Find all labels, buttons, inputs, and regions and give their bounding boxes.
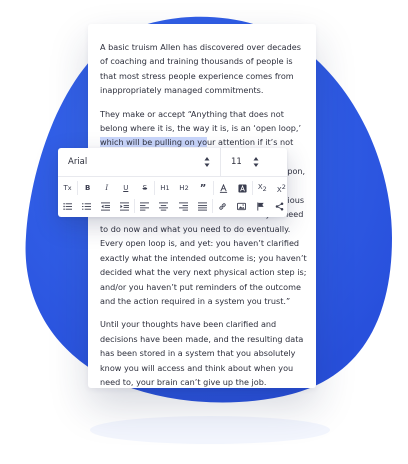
font-family-value: Arial — [68, 157, 88, 167]
highlight-color-icon — [238, 183, 247, 193]
toolbar-row-2 — [58, 196, 287, 216]
blockquote-button[interactable]: ” — [194, 179, 213, 197]
formatting-toolbar: Arial 11 Tx B I U S H1 H2 ” X2 X2 — [58, 148, 287, 217]
align-left-icon — [140, 201, 150, 211]
bold-button[interactable]: B — [78, 179, 97, 197]
align-justify-icon — [197, 201, 207, 211]
align-center-icon — [159, 201, 169, 211]
numbered-list-icon — [82, 202, 92, 210]
underline-button[interactable]: U — [116, 179, 135, 197]
italic-icon: I — [105, 184, 109, 192]
text-color-icon — [219, 183, 227, 193]
insert-flag-button[interactable] — [251, 197, 270, 215]
align-right-icon — [178, 201, 188, 211]
bullet-list-button[interactable] — [58, 197, 77, 215]
flag-icon — [257, 201, 264, 211]
insert-image-button[interactable] — [232, 197, 251, 215]
numbered-list-button[interactable] — [77, 197, 96, 215]
underline-icon: U — [123, 184, 129, 192]
strikethrough-button[interactable]: S — [135, 179, 154, 197]
heading-2-button[interactable]: H2 — [174, 179, 193, 197]
strikethrough-icon: S — [142, 184, 148, 192]
link-icon — [218, 202, 226, 210]
selected-text[interactable]: which will be pulling on yo — [100, 137, 208, 148]
share-button[interactable] — [270, 197, 289, 215]
align-right-button[interactable] — [173, 197, 192, 215]
font-size-select[interactable]: 11 — [220, 148, 281, 176]
indent-icon — [120, 201, 130, 211]
clear-format-button[interactable]: Tx — [58, 179, 77, 197]
subscript-button[interactable]: X2 — [253, 179, 272, 197]
bold-icon: B — [84, 184, 91, 192]
align-center-button[interactable] — [154, 197, 173, 215]
heading-1-icon: H1 — [160, 184, 170, 192]
toolbar-font-row: Arial 11 — [58, 148, 287, 177]
font-size-stepper-icon — [253, 157, 259, 167]
align-justify-button[interactable] — [193, 197, 212, 215]
paragraph-3: Until your thoughts have been clarified … — [100, 319, 304, 387]
paragraph-1: A basic truism Allen has discovered over… — [100, 42, 301, 96]
font-family-stepper-icon — [204, 157, 210, 167]
superscript-button[interactable]: X2 — [272, 179, 291, 197]
indent-button[interactable] — [115, 197, 134, 215]
image-icon — [236, 202, 246, 210]
heading-1-button[interactable]: H1 — [155, 179, 174, 197]
font-size-value: 11 — [231, 157, 242, 167]
italic-button[interactable]: I — [97, 179, 116, 197]
heading-2-icon: H2 — [179, 184, 189, 192]
text-color-button[interactable] — [214, 179, 233, 197]
toolbar-row-1: Tx B I U S H1 H2 ” X2 X2 — [58, 178, 287, 198]
share-icon — [275, 202, 284, 210]
bullet-list-icon — [63, 202, 73, 210]
paragraph-2-start: They make or accept “Anything that does … — [100, 108, 302, 134]
clear-format-icon: Tx — [63, 184, 72, 192]
highlight-color-button[interactable] — [233, 179, 252, 197]
superscript-icon: X2 — [276, 182, 286, 194]
align-left-button[interactable] — [135, 197, 154, 215]
editor-illustration: A basic truism Allen has discovered over… — [0, 0, 408, 464]
subscript-icon: X2 — [257, 183, 267, 193]
quote-icon: ” — [199, 182, 207, 194]
outdent-icon — [101, 201, 111, 211]
insert-link-button[interactable] — [213, 197, 232, 215]
outdent-button[interactable] — [96, 197, 115, 215]
